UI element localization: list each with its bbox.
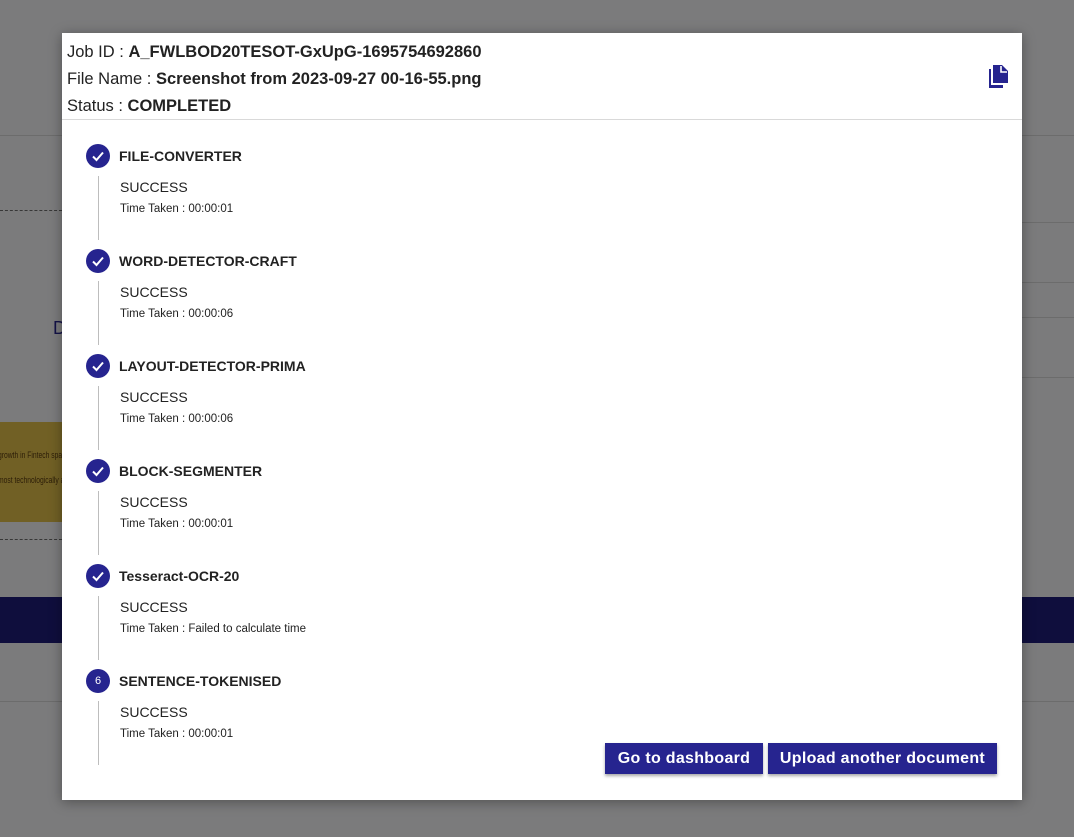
- step-time: Time Taken : Failed to calculate time: [120, 623, 306, 635]
- job-status-dialog: Job ID : A_FWLBOD20TESOT-GxUpG-169575469…: [62, 33, 1022, 800]
- copy-icon[interactable]: [986, 64, 1010, 90]
- dialog-header: Job ID : A_FWLBOD20TESOT-GxUpG-169575469…: [62, 33, 1022, 120]
- step-connector: [98, 596, 99, 660]
- step-title: LAYOUT-DETECTOR-PRIMA: [119, 358, 306, 374]
- job-id-label: Job ID :: [67, 43, 129, 61]
- status-row: Status : COMPLETED: [67, 93, 1022, 120]
- check-icon: [86, 564, 110, 588]
- step-status: SUCCESS: [120, 599, 188, 615]
- step-title: Tesseract-OCR-20: [119, 568, 240, 584]
- job-id-row: Job ID : A_FWLBOD20TESOT-GxUpG-169575469…: [67, 39, 1022, 66]
- step-title: BLOCK-SEGMENTER: [119, 463, 263, 479]
- file-name-label: File Name :: [67, 70, 156, 88]
- check-icon: [86, 249, 110, 273]
- check-icon: [86, 459, 110, 483]
- upload-another-document-button[interactable]: Upload another document: [768, 743, 997, 774]
- step-connector: [98, 386, 99, 450]
- step-status: SUCCESS: [120, 284, 188, 300]
- step-time: Time Taken : 00:00:06: [120, 413, 234, 425]
- status-label: Status :: [67, 97, 128, 115]
- step-connector: [98, 701, 99, 765]
- step-time: Time Taken : 00:00:06: [120, 308, 234, 320]
- step-time: Time Taken : 00:00:01: [120, 518, 234, 530]
- file-name-value: Screenshot from 2023-09-27 00-16-55.png: [155, 70, 482, 88]
- status-value: COMPLETED: [127, 97, 232, 115]
- step-number-badge: 6: [86, 669, 110, 693]
- step-time: Time Taken : 00:00:01: [120, 728, 234, 740]
- step-connector: [98, 281, 99, 345]
- step-status: SUCCESS: [120, 179, 188, 195]
- step-status: SUCCESS: [120, 389, 188, 405]
- step-title: WORD-DETECTOR-CRAFT: [119, 253, 297, 269]
- step-title: SENTENCE-TOKENISED: [119, 673, 282, 689]
- step-status: SUCCESS: [120, 494, 188, 510]
- step-connector: [98, 176, 99, 240]
- file-name-row: File Name : Screenshot from 2023-09-27 0…: [67, 66, 1022, 93]
- step-title: FILE-CONVERTER: [119, 148, 242, 164]
- step-connector: [98, 491, 99, 555]
- job-id-value: A_FWLBOD20TESOT-GxUpG-1695754692860: [128, 43, 482, 61]
- check-icon: [86, 354, 110, 378]
- check-icon: [86, 144, 110, 168]
- step-time: Time Taken : 00:00:01: [120, 203, 234, 215]
- step-status: SUCCESS: [120, 704, 188, 720]
- go-to-dashboard-button[interactable]: Go to dashboard: [605, 743, 763, 774]
